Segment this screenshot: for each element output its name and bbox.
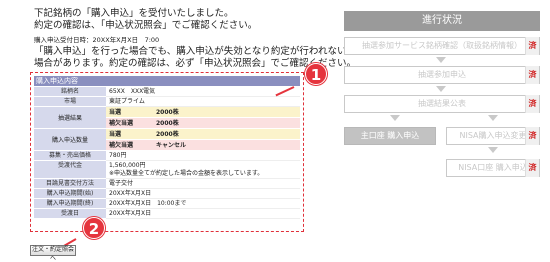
arrow-down-icon — [436, 86, 446, 92]
marker-1: 1 — [305, 63, 327, 85]
message-line-1: 下記銘柄の「購入申込」を受付いたしました。 — [34, 8, 234, 19]
step-check-stock-done: 済 — [525, 37, 539, 55]
settlement-amount: 1,560,000円 — [109, 162, 146, 169]
purchase-detail-box: 購入申込内容 銘柄名 65XX XXX電気 市場 東証プライム 抽選結果 当選 … — [30, 72, 304, 232]
arrow-down-icon — [488, 115, 498, 121]
quantity-sub-key: 補欠当選 — [109, 142, 134, 149]
row-stock-name: 銘柄名 65XX XXX電気 — [34, 87, 300, 97]
row-purchase-quantity: 購入申込数量 当選 2000株 補欠当選 キャンセル — [34, 129, 300, 151]
marker-2: 2 — [83, 217, 105, 239]
row-period-end: 購入申込期間(終) 20XX年X月X日 10:00まで — [34, 199, 300, 209]
label-market: 市場 — [34, 97, 106, 107]
row-offer-price: 募集・売出価格 780円 — [34, 151, 300, 161]
value-delivery-date: 20XX年X月X日 — [106, 209, 300, 219]
row-prospectus: 目論見書交付方法 電子交付 — [34, 179, 300, 189]
label-stock-name: 銘柄名 — [34, 87, 106, 97]
label-quantity: 購入申込数量 — [34, 129, 106, 151]
detail-header: 購入申込内容 — [34, 76, 300, 86]
step-main-purchase: 主口座 購入申込 — [344, 127, 436, 145]
message-line-2: 約定の確認は、「申込状況照会」でご確認ください。 — [34, 20, 258, 31]
label-period-start: 購入申込期間(始) — [34, 189, 106, 199]
value-settlement: 1,560,000円 ※申込数量全てが約定した場合の金額を表示しています。 — [106, 161, 300, 179]
quantity-main-value: 2000株 — [156, 131, 179, 138]
lottery-main-value: 2000株 — [156, 109, 179, 116]
settlement-note: ※申込数量全てが約定した場合の金額を表示しています。 — [109, 170, 264, 177]
step-lottery-result: 抽選結果公表 済 — [344, 95, 540, 113]
value-prospectus: 電子交付 — [106, 179, 300, 189]
step-nisa-purchase: NISA口座 購入申込 済 — [446, 159, 540, 177]
label-settlement: 受渡代金 — [34, 161, 106, 179]
lottery-main: 当選 2000株 — [106, 107, 300, 118]
step-lottery-result-label: 抽選結果公表 — [418, 99, 466, 108]
arrow-down-icon — [488, 147, 498, 153]
quantity-sub-value: キャンセル — [156, 142, 187, 149]
value-offer-price: 780円 — [106, 151, 300, 161]
row-lottery-result: 抽選結果 当選 2000株 補欠当選 2000株 — [34, 107, 300, 129]
step-lottery-apply-done: 済 — [525, 66, 539, 84]
value-market: 東証プライム — [106, 97, 300, 107]
step-nisa-purchase-done: 済 — [525, 159, 539, 177]
detail-table: 銘柄名 65XX XXX電気 市場 東証プライム 抽選結果 当選 2000株 補… — [34, 87, 300, 219]
lottery-sub-value: 2000株 — [156, 120, 179, 127]
order-inquiry-button[interactable]: 注文・約定照会へ — [30, 245, 76, 262]
value-stock-name: 65XX XXX電気 — [106, 87, 300, 97]
quantity-sub: 補欠当選 キャンセル — [106, 140, 300, 151]
row-market: 市場 東証プライム — [34, 97, 300, 107]
quantity-main-key: 当選 — [109, 131, 122, 138]
step-main-purchase-label: 主口座 購入申込 — [360, 131, 420, 140]
step-check-stock: 抽選参加サービス銘柄確認（取扱銘柄情報） 済 — [344, 37, 540, 55]
label-period-end: 購入申込期間(終) — [34, 199, 106, 209]
step-check-stock-label: 抽選参加サービス銘柄確認（取扱銘柄情報） — [362, 41, 522, 50]
step-lottery-apply-label: 抽選参加申込 — [418, 70, 466, 79]
warning-line-1: 「購入申込」を行った場合でも、購入申込が失効となり約定が行われない — [34, 46, 347, 57]
completion-message: 下記銘柄の「購入申込」を受付いたしました。 約定の確認は、「申込状況照会」でご確… — [34, 8, 257, 32]
row-delivery-date: 受渡日 20XX年X月X日 — [34, 209, 300, 219]
step-nisa-purchase-label: NISA口座 購入申込 — [458, 163, 528, 172]
lottery-sub-key: 補欠当選 — [109, 120, 134, 127]
label-offer-price: 募集・売出価格 — [34, 151, 106, 161]
lottery-main-key: 当選 — [109, 109, 122, 116]
step-nisa-change-label: NISA購入申込変更 — [459, 131, 527, 140]
progress-title: 進行状況 — [344, 11, 540, 31]
accept-datetime: 購入申込受付日時：20XX年X月X日 7:00 — [34, 36, 160, 44]
step-nisa-change-done: 済 — [525, 127, 539, 145]
step-nisa-change: NISA購入申込変更 済 — [446, 127, 540, 145]
lottery-sub: 補欠当選 2000株 — [106, 118, 300, 129]
value-period-end: 20XX年X月X日 10:00まで — [106, 199, 300, 209]
label-prospectus: 目論見書交付方法 — [34, 179, 106, 189]
arrow-down-icon — [436, 57, 446, 63]
arrow-down-icon — [390, 115, 400, 121]
progress-panel: 進行状況 抽選参加サービス銘柄確認（取扱銘柄情報） 済 抽選参加申込 済 抽選結… — [340, 8, 545, 208]
row-settlement-amount: 受渡代金 1,560,000円 ※申込数量全てが約定した場合の金額を表示していま… — [34, 161, 300, 179]
step-lottery-apply: 抽選参加申込 済 — [344, 66, 540, 84]
row-period-start: 購入申込期間(始) 20XX年X月X日 — [34, 189, 300, 199]
label-lottery: 抽選結果 — [34, 107, 106, 129]
value-period-start: 20XX年X月X日 — [106, 189, 300, 199]
quantity-main: 当選 2000株 — [106, 129, 300, 140]
step-lottery-result-done: 済 — [525, 95, 539, 113]
